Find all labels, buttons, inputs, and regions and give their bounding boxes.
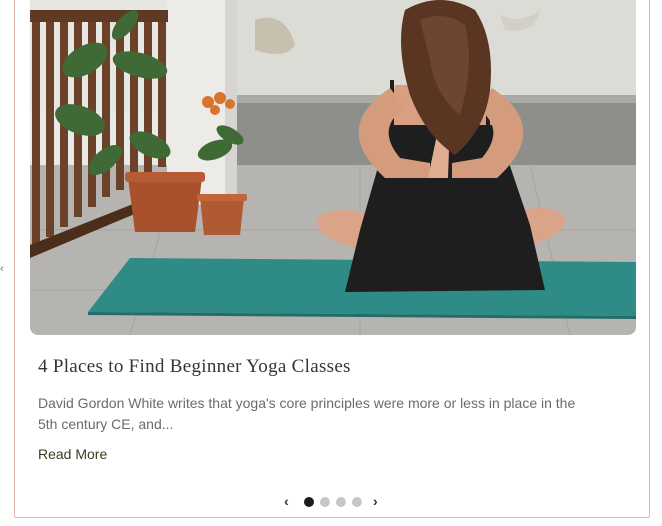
slider-dot-4[interactable] bbox=[352, 497, 362, 507]
next-slide-icon[interactable]: › bbox=[373, 494, 378, 508]
slider-dot-2[interactable] bbox=[320, 497, 330, 507]
slider-dot-1[interactable] bbox=[304, 497, 314, 507]
previous-slide-icon[interactable]: ‹ bbox=[284, 494, 289, 508]
post-featured-image[interactable] bbox=[30, 0, 636, 335]
post-title[interactable]: 4 Places to Find Beginner Yoga Classes bbox=[38, 356, 351, 378]
read-more-link[interactable]: Read More bbox=[38, 446, 107, 462]
previous-slide-edge-icon[interactable]: ‹ bbox=[0, 263, 4, 275]
slider-dot-3[interactable] bbox=[336, 497, 346, 507]
yoga-photo-illustration bbox=[30, 0, 636, 335]
post-excerpt: David Gordon White writes that yoga's co… bbox=[38, 395, 576, 432]
